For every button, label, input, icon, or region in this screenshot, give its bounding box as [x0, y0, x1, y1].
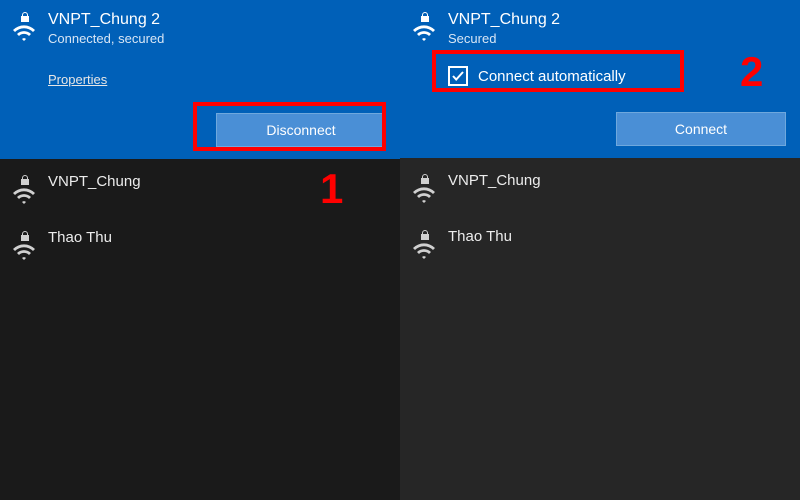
- wifi-status-text: Connected, secured: [48, 31, 386, 46]
- wifi-ssid: VNPT_Chung 2: [448, 10, 786, 30]
- disconnect-button[interactable]: Disconnect: [216, 113, 386, 147]
- wifi-flyout-panel-right: VNPT_Chung 2 Secured Connect automatical…: [400, 0, 800, 500]
- lock-icon: [20, 12, 28, 22]
- lock-icon: [420, 174, 428, 184]
- wifi-status-icon-group: [410, 172, 438, 204]
- wifi-status-icon-group: [10, 229, 38, 261]
- wifi-icon: [12, 187, 36, 205]
- wifi-icon: [12, 243, 36, 261]
- wifi-ssid: VNPT_Chung: [448, 172, 786, 191]
- lock-icon: [420, 12, 428, 22]
- wifi-status-icon-group: [10, 173, 38, 205]
- wifi-network-item[interactable]: Thao Thu: [0, 215, 400, 271]
- wifi-status-icon-group: [10, 10, 38, 42]
- lock-icon: [420, 230, 428, 240]
- wifi-flyout-panel-left: VNPT_Chung 2 Connected, secured Properti…: [0, 0, 400, 500]
- wifi-status-text: Secured: [448, 31, 786, 46]
- wifi-ssid: VNPT_Chung 2: [48, 10, 386, 30]
- wifi-selected-network[interactable]: VNPT_Chung 2 Connected, secured Properti…: [0, 0, 400, 159]
- wifi-properties-link[interactable]: Properties: [48, 72, 386, 87]
- wifi-selected-network[interactable]: VNPT_Chung 2 Secured Connect automatical…: [400, 0, 800, 158]
- disconnect-button-label: Disconnect: [266, 122, 335, 138]
- connect-automatically-checkbox[interactable]: [448, 66, 468, 86]
- connect-automatically-label: Connect automatically: [478, 68, 626, 85]
- check-icon: [451, 69, 465, 83]
- connect-automatically-row[interactable]: Connect automatically: [448, 66, 786, 86]
- wifi-status-icon-group: [410, 10, 438, 42]
- wifi-network-item[interactable]: VNPT_Chung: [0, 159, 400, 215]
- connect-button[interactable]: Connect: [616, 112, 786, 146]
- wifi-network-item[interactable]: Thao Thu: [400, 214, 800, 270]
- wifi-status-icon-group: [410, 228, 438, 260]
- wifi-icon: [12, 24, 36, 42]
- wifi-ssid: VNPT_Chung: [48, 173, 386, 192]
- wifi-icon: [412, 186, 436, 204]
- wifi-ssid: Thao Thu: [48, 229, 386, 248]
- wifi-ssid: Thao Thu: [448, 228, 786, 247]
- wifi-network-item[interactable]: VNPT_Chung: [400, 158, 800, 214]
- wifi-icon: [412, 24, 436, 42]
- lock-icon: [20, 231, 28, 241]
- lock-icon: [20, 175, 28, 185]
- wifi-icon: [412, 242, 436, 260]
- connect-button-label: Connect: [675, 121, 727, 137]
